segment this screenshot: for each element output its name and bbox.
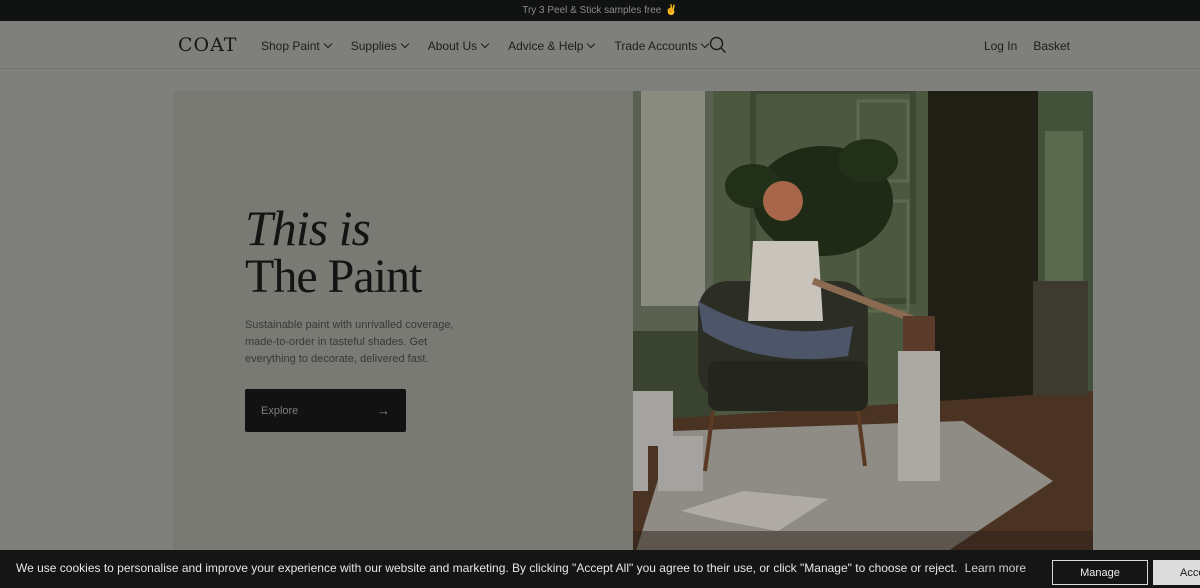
logo[interactable]: COAT xyxy=(178,34,237,56)
accept-all-button[interactable]: Accept All xyxy=(1153,560,1200,585)
nav-label: Trade Accounts xyxy=(614,39,698,53)
hero-subtext: Sustainable paint with unrivalled covera… xyxy=(245,319,454,365)
nav-label: Advice & Help xyxy=(508,39,584,53)
chevron-down-icon xyxy=(400,39,409,49)
chevron-down-icon xyxy=(587,39,596,49)
login-link[interactable]: Log In xyxy=(984,39,1017,53)
headline-line-2: The Paint xyxy=(245,250,422,303)
explore-button[interactable]: Explore → xyxy=(245,389,406,432)
chevron-down-icon xyxy=(480,39,490,49)
cookie-message-container: We use cookies to personalise and improv… xyxy=(16,561,1026,575)
promo-bar[interactable]: Try 3 Peel & Stick samples free ✌ xyxy=(0,0,1200,21)
hero-photo-illustration xyxy=(633,91,1093,561)
nav-trade-accounts[interactable]: Trade Accounts xyxy=(614,39,710,53)
main-nav: Shop Paint Supplies About Us Advice & He… xyxy=(261,39,710,53)
search-icon[interactable] xyxy=(709,36,727,54)
learn-more-link[interactable]: Learn more xyxy=(965,561,1026,575)
explore-label: Explore xyxy=(261,404,299,417)
nav-supplies[interactable]: Supplies xyxy=(350,39,409,53)
nav-advice-help[interactable]: Advice & Help xyxy=(508,39,596,53)
account-links: Log In Basket xyxy=(984,39,1070,53)
cookie-message: We use cookies to personalise and improv… xyxy=(16,561,958,575)
hero-image xyxy=(633,91,1093,561)
basket-link[interactable]: Basket xyxy=(1033,39,1070,53)
nav-label: Shop Paint xyxy=(261,39,320,53)
hero-headline: This is The Paint xyxy=(245,200,422,303)
hero-panel: This is The Paint Sustainable paint with… xyxy=(173,91,633,561)
cookie-banner: We use cookies to personalise and improv… xyxy=(0,550,1200,588)
nav-label: Supplies xyxy=(350,39,397,53)
site-header: COAT Shop Paint Supplies About Us Advice… xyxy=(0,21,1200,69)
headline-line-1: This is xyxy=(245,200,371,256)
arrow-right-icon: → xyxy=(377,403,390,418)
nav-label: About Us xyxy=(427,39,478,53)
nav-about-us[interactable]: About Us xyxy=(427,39,490,53)
peace-hand-icon: ✌ xyxy=(665,5,678,16)
promo-text[interactable]: Try 3 Peel & Stick samples free xyxy=(522,5,661,16)
nav-shop-paint[interactable]: Shop Paint xyxy=(261,39,332,53)
chevron-down-icon xyxy=(323,39,332,49)
manage-button[interactable]: Manage xyxy=(1052,560,1148,585)
